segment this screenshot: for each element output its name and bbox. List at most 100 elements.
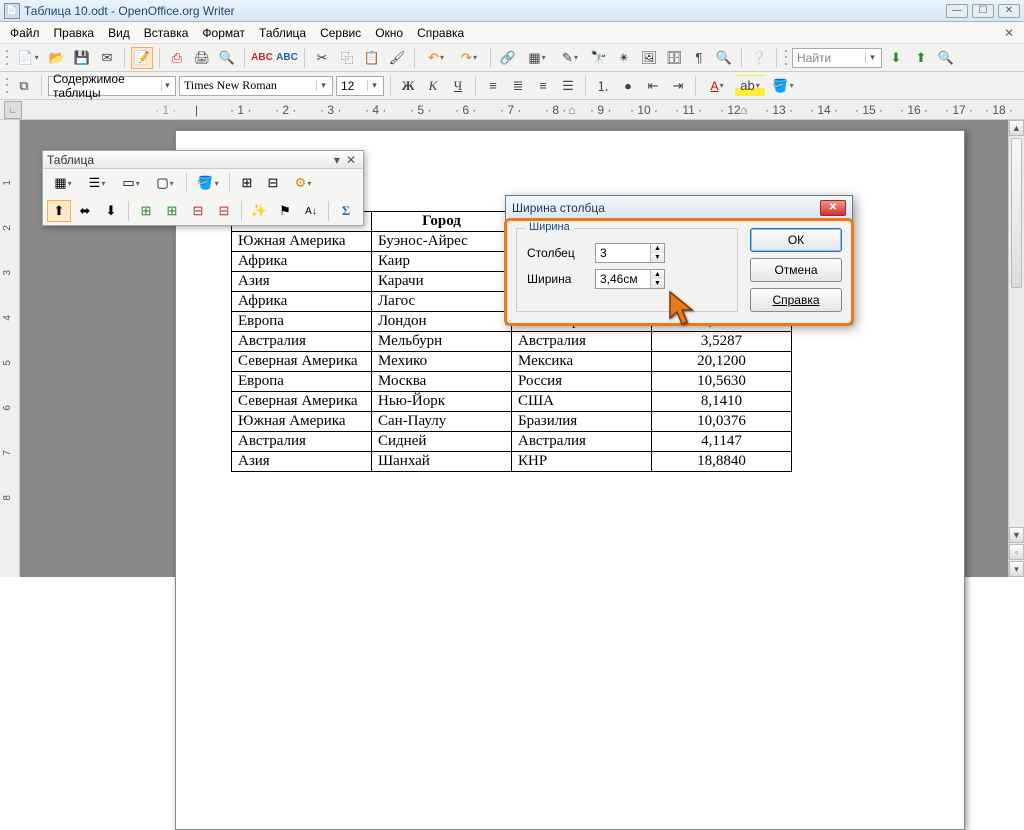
merge-cells-button[interactable]: ⊞ <box>235 172 259 194</box>
table-cell[interactable]: Северная Америка <box>232 352 372 372</box>
borders-button[interactable]: ▢ <box>149 172 181 194</box>
table-row[interactable]: Северная АмерикаНью-ЙоркСША8,1410 <box>232 392 792 412</box>
table-cell[interactable]: Карачи <box>372 272 512 292</box>
align-center-button[interactable]: ≣ <box>507 75 529 97</box>
email-button[interactable]: ✉ <box>96 47 118 69</box>
print-button[interactable]: 🖨 <box>191 47 213 69</box>
align-top-button[interactable]: ⬆ <box>47 200 71 222</box>
delete-row-button[interactable]: ⊟ <box>186 200 210 222</box>
toolbar-grip-3[interactable] <box>4 76 10 96</box>
width-spinner[interactable]: ▲▼ <box>595 269 665 289</box>
cancel-button[interactable]: Отмена <box>750 258 842 282</box>
scrollbar-vertical[interactable]: ▲ ▼ ◦ ▾ <box>1008 120 1024 577</box>
underline-button[interactable]: Ч <box>447 75 469 97</box>
help-button[interactable]: ❔ <box>748 47 770 69</box>
table-cell[interactable]: Северная Америка <box>232 392 372 412</box>
table-toolbar-floating[interactable]: Таблица ▾ ✕ ▦ ☰ ▭ ▢ 🪣 ⊞ ⊟ ⚙ ⬆ ⬌ ⬇ ⊞ ⊞ ⊟ … <box>42 150 364 226</box>
table-cell[interactable]: 4,1147 <box>652 432 792 452</box>
maximize-button[interactable]: ☐ <box>972 4 994 18</box>
align-middle-button[interactable]: ⬌ <box>73 200 97 222</box>
table-cell[interactable]: 3,5287 <box>652 332 792 352</box>
insert-col-button[interactable]: ⊞ <box>160 200 184 222</box>
sort-button[interactable]: A↓ <box>299 200 323 222</box>
paste-button[interactable]: 📋 <box>361 47 383 69</box>
find-replace-button[interactable]: 🔭 <box>588 47 610 69</box>
close-document-icon[interactable]: ✕ <box>998 24 1020 42</box>
italic-button[interactable]: К <box>422 75 444 97</box>
table-cell[interactable]: Австралия <box>512 332 652 352</box>
find-prev-button[interactable]: ⬆ <box>910 47 932 69</box>
table-cell[interactable]: Австралия <box>512 432 652 452</box>
float-titlebar[interactable]: Таблица ▾ ✕ <box>43 151 363 169</box>
zoom-button[interactable]: 🔍 <box>713 47 735 69</box>
table-cell[interactable]: США <box>512 392 652 412</box>
table-cell[interactable]: Мексика <box>512 352 652 372</box>
align-justify-button[interactable]: ☰ <box>557 75 579 97</box>
format-paint-button[interactable]: 🖌 <box>386 47 408 69</box>
undo-button[interactable]: ↶ <box>421 47 451 69</box>
page-up-button[interactable]: ◦ <box>1009 544 1024 560</box>
table-cell[interactable]: Лагос <box>372 292 512 312</box>
dialog-titlebar[interactable]: Ширина столбца ✕ <box>506 196 852 220</box>
menu-edit[interactable]: Правка <box>48 24 101 42</box>
table-row[interactable]: Южная АмерикаСан-ПаулуБразилия10,0376 <box>232 412 792 432</box>
table-cell[interactable]: 18,8840 <box>652 452 792 472</box>
table-cell[interactable]: Южная Америка <box>232 412 372 432</box>
spellcheck-button[interactable]: ABC <box>251 47 273 69</box>
menu-window[interactable]: Окно <box>369 24 409 42</box>
table-cell[interactable]: Азия <box>232 452 372 472</box>
find-next-button[interactable]: ⬇ <box>885 47 907 69</box>
font-color-button[interactable]: A <box>702 75 732 97</box>
copy-button[interactable]: ⿻ <box>336 47 358 69</box>
open-button[interactable]: 📂 <box>46 47 68 69</box>
bg-color-button[interactable]: 🪣 <box>768 75 798 97</box>
sum-button[interactable]: Σ <box>334 200 358 222</box>
table-row[interactable]: АвстралияМельбурнАвстралия3,5287 <box>232 332 792 352</box>
export-pdf-button[interactable]: ⎙ <box>166 47 188 69</box>
table-cell[interactable]: 10,5630 <box>652 372 792 392</box>
table-cell[interactable]: Азия <box>232 272 372 292</box>
align-bottom-button[interactable]: ⬇ <box>99 200 123 222</box>
show-draw-button[interactable]: ✎ <box>555 47 585 69</box>
optimize-button[interactable]: ⚙ <box>287 172 319 194</box>
table-cell[interactable]: Африка <box>232 292 372 312</box>
line-style-button[interactable]: ☰ <box>81 172 113 194</box>
table-cell[interactable]: Мельбурн <box>372 332 512 352</box>
hyperlink-button[interactable]: 🔗 <box>497 47 519 69</box>
table-cell[interactable]: Австралия <box>232 432 372 452</box>
new-doc-button[interactable]: 📄 <box>13 47 43 69</box>
delete-col-button[interactable]: ⊟ <box>212 200 236 222</box>
font-size-combo[interactable]: 12▾ <box>336 76 384 96</box>
menu-file[interactable]: Файл <box>4 24 46 42</box>
menu-view[interactable]: Вид <box>102 24 136 42</box>
table-cell[interactable]: Сидней <box>372 432 512 452</box>
align-left-button[interactable]: ≡ <box>482 75 504 97</box>
float-dropdown-icon[interactable]: ▾ <box>331 153 343 167</box>
table-props-button[interactable]: ⚑ <box>273 200 297 222</box>
dialog-close-button[interactable]: ✕ <box>820 200 846 216</box>
styles-button[interactable]: ⧉ <box>13 75 35 97</box>
scroll-down-button[interactable]: ▼ <box>1009 527 1024 543</box>
ok-button[interactable]: ОК <box>750 228 842 252</box>
table-insert-button[interactable]: ▦ <box>47 172 79 194</box>
gallery-button[interactable]: 🖼 <box>638 47 660 69</box>
table-cell[interactable]: Каир <box>372 252 512 272</box>
table-cell[interactable]: Буэнос-Айрес <box>372 232 512 252</box>
table-cell[interactable]: Россия <box>512 372 652 392</box>
table-row[interactable]: ЕвропаМоскваРоссия10,5630 <box>232 372 792 392</box>
close-button[interactable]: ✕ <box>998 4 1020 18</box>
column-input[interactable] <box>596 244 650 262</box>
table-cell[interactable]: Москва <box>372 372 512 392</box>
menu-insert[interactable]: Вставка <box>138 24 195 42</box>
decrease-indent-button[interactable]: ⇤ <box>642 75 664 97</box>
help-dialog-button[interactable]: Справка <box>750 288 842 312</box>
find-combo[interactable]: Найти ▾ <box>792 48 882 68</box>
scroll-thumb[interactable] <box>1011 138 1022 288</box>
autoformat-button[interactable]: ✨ <box>247 200 271 222</box>
redo-button[interactable]: ↷ <box>454 47 484 69</box>
bold-button[interactable]: Ж <box>397 75 419 97</box>
toolbar-grip-2[interactable] <box>783 48 789 68</box>
bullet-list-button[interactable]: ⦁ <box>617 75 639 97</box>
font-name-combo[interactable]: Times New Roman▾ <box>179 76 333 96</box>
paragraph-style-combo[interactable]: Содержимое таблицы▾ <box>48 76 176 96</box>
